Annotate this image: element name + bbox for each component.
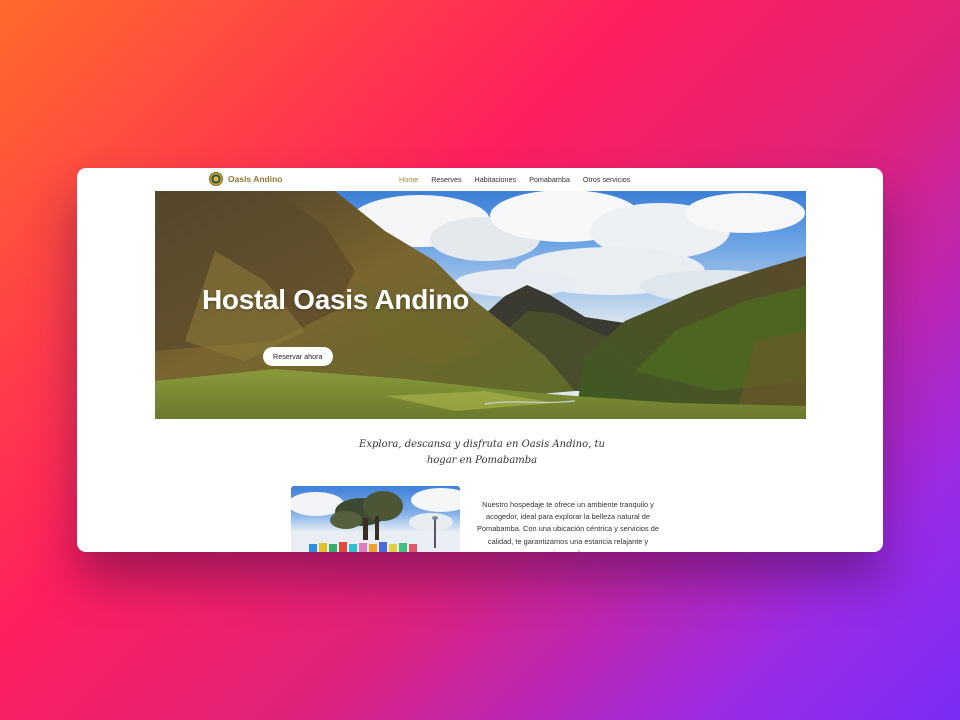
top-navbar: Oasis Andino Home Reserves Habitaciones … xyxy=(77,168,883,191)
browser-window: Oasis Andino Home Reserves Habitaciones … xyxy=(77,168,883,552)
main-menu: Home Reserves Habitaciones Pomabamba Otr… xyxy=(399,175,643,184)
about-description: Nuestro hospedaje te ofrece un ambiente … xyxy=(477,500,659,552)
nav-item-habitaciones[interactable]: Habitaciones xyxy=(475,175,517,184)
nav-item-reserves[interactable]: Reserves xyxy=(431,175,461,184)
nav-item-otros-servicios[interactable]: Otros servicios xyxy=(583,175,631,184)
nav-item-home[interactable]: Home xyxy=(399,175,418,184)
nav-item-pomabamba[interactable]: Pomabamba xyxy=(529,175,570,184)
hero-title: Hostal Oasis Andino xyxy=(202,284,470,315)
hero-banner: Hostal Oasis Andino Reservar ahora xyxy=(155,191,806,419)
book-now-button[interactable]: Reservar ahora xyxy=(263,347,333,366)
plaza-photo xyxy=(291,488,460,552)
tagline: Explora, descansa y disfruta en Oasis An… xyxy=(359,439,605,466)
brand-name: Oasis Andino xyxy=(228,174,283,184)
hostel-emblem-icon xyxy=(209,172,223,186)
pomabamba-plaza-image xyxy=(291,486,460,552)
brand-logo[interactable]: Oasis Andino xyxy=(209,172,282,186)
